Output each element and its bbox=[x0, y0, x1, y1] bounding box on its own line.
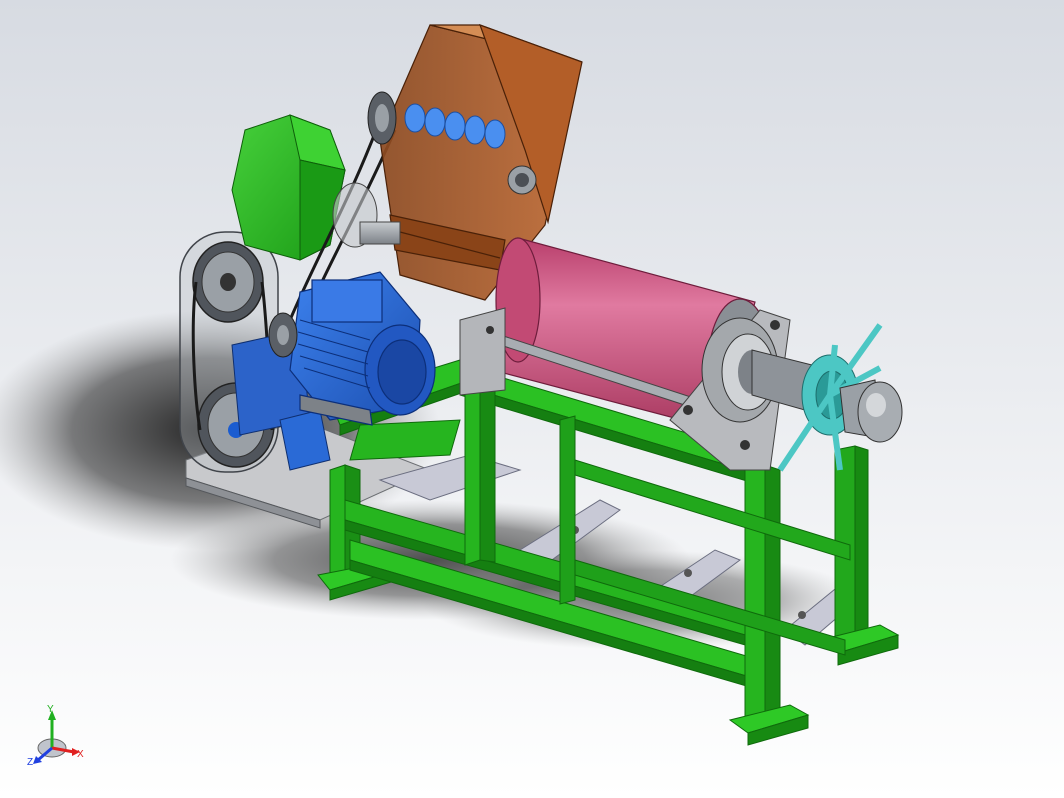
graphics-area[interactable]: Y X Z bbox=[0, 0, 1064, 798]
hopper-pulley[interactable] bbox=[367, 91, 397, 145]
upper-pulley[interactable] bbox=[192, 241, 264, 323]
triad-y-label: Y bbox=[47, 704, 54, 715]
cylinder-bracket-left[interactable] bbox=[459, 307, 506, 396]
discharge-cone[interactable] bbox=[839, 379, 903, 443]
triad-x-label: X bbox=[77, 749, 84, 760]
hopper-bearing[interactable] bbox=[507, 165, 537, 195]
triad-z-label: Z bbox=[27, 757, 33, 768]
cad-viewport[interactable]: Y X Z bbox=[0, 0, 1064, 798]
motor-pulley[interactable] bbox=[268, 312, 298, 358]
